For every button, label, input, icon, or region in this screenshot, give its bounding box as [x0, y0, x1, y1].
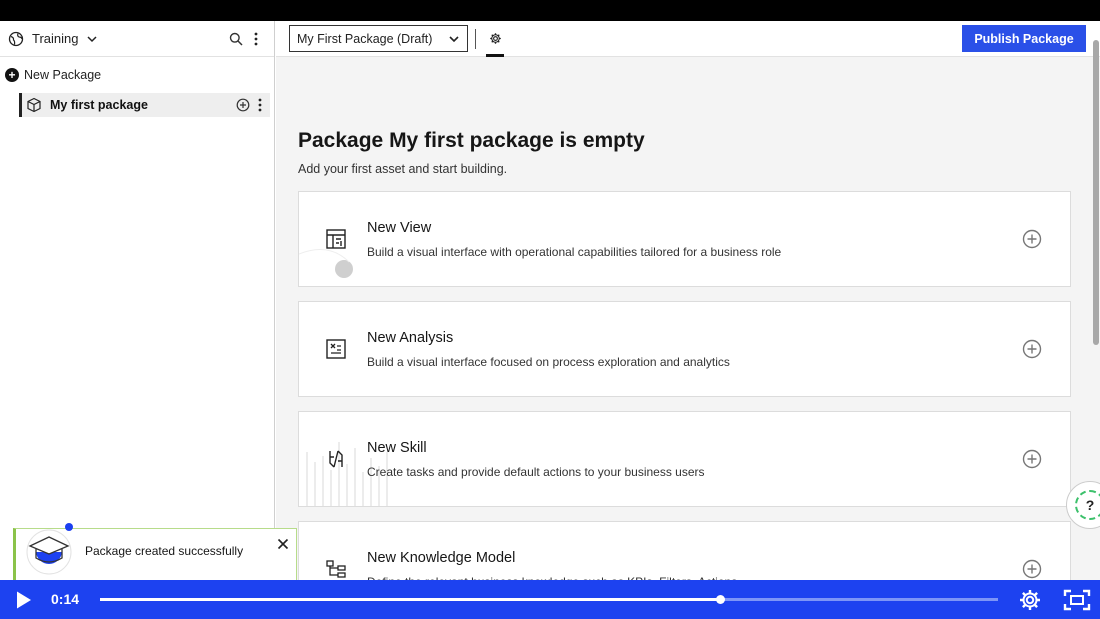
- sidebar-item-my-first-package[interactable]: My first package: [19, 93, 270, 117]
- chevron-down-icon: [449, 35, 459, 42]
- knowledge-model-icon: [326, 560, 346, 578]
- sidebar-header: Training: [0, 21, 274, 57]
- add-asset-icon[interactable]: [236, 98, 250, 112]
- package-more-icon[interactable]: [258, 98, 262, 112]
- scrollbar-thumb[interactable]: [1093, 40, 1099, 345]
- graduation-cap-avatar-icon: [26, 529, 72, 575]
- gear-icon[interactable]: [1019, 589, 1041, 611]
- toast-message: Package created successfully: [85, 544, 244, 558]
- page-title: Package My first package is empty: [298, 129, 645, 152]
- publish-package-button[interactable]: Publish Package: [962, 25, 1086, 52]
- sidebar-item-label: My first package: [50, 98, 148, 112]
- package-cube-icon: [27, 97, 41, 113]
- view-icon: [326, 229, 346, 249]
- video-progress-fill: [100, 598, 720, 601]
- divider: [475, 28, 476, 49]
- card-title: New View: [367, 220, 432, 236]
- video-timestamp: 0:14: [51, 591, 80, 607]
- skill-icon: [329, 450, 343, 468]
- card-title: New Knowledge Model: [367, 550, 516, 566]
- add-circle-icon[interactable]: [1022, 229, 1042, 249]
- new-skill-card[interactable]: New Skill Create tasks and provide defau…: [298, 411, 1071, 507]
- chevron-down-icon[interactable]: [86, 33, 98, 45]
- search-button[interactable]: [226, 29, 246, 49]
- add-circle-icon[interactable]: [1022, 449, 1042, 469]
- workspace-name[interactable]: Training: [32, 31, 78, 46]
- video-frame: Training + New Package My first package …: [0, 0, 1100, 619]
- kebab-menu-icon: [254, 32, 258, 45]
- gear-icon: [489, 33, 501, 44]
- page-subtitle: Add your first asset and start building.: [298, 162, 508, 176]
- package-select-value: My First Package (Draft): [297, 31, 433, 46]
- new-package-label: New Package: [24, 68, 102, 82]
- card-title: New Skill: [367, 440, 427, 456]
- main-content: Package My first package is empty Add yo…: [276, 57, 1092, 619]
- notification-dot: [65, 523, 73, 531]
- close-icon[interactable]: [276, 537, 290, 551]
- globe-icon: [8, 31, 24, 46]
- add-circle-icon[interactable]: [1022, 339, 1042, 359]
- sidebar-more-button[interactable]: [246, 29, 266, 49]
- fullscreen-icon[interactable]: [1063, 589, 1091, 611]
- add-circle-icon[interactable]: [1022, 559, 1042, 579]
- card-description: Build a visual interface with operationa…: [367, 245, 782, 259]
- help-icon: ?: [1075, 490, 1100, 520]
- new-package-button[interactable]: + New Package: [0, 65, 274, 85]
- plus-circle-icon: +: [5, 68, 19, 82]
- card-description: Create tasks and provide default actions…: [367, 465, 705, 479]
- analysis-icon: [326, 339, 346, 359]
- card-description: Build a visual interface focused on proc…: [367, 355, 730, 369]
- play-icon[interactable]: [15, 590, 33, 610]
- new-analysis-card[interactable]: New Analysis Build a visual interface fo…: [298, 301, 1071, 397]
- card-title: New Analysis: [367, 330, 454, 346]
- new-view-card[interactable]: New View Build a visual interface with o…: [298, 191, 1071, 287]
- video-progress-handle[interactable]: [716, 595, 725, 604]
- video-controls: 0:14: [0, 580, 1100, 619]
- package-select[interactable]: My First Package (Draft): [289, 25, 468, 52]
- search-icon: [229, 32, 243, 46]
- top-bar: My First Package (Draft) Publish Package: [276, 21, 1100, 57]
- settings-tab[interactable]: [486, 21, 504, 57]
